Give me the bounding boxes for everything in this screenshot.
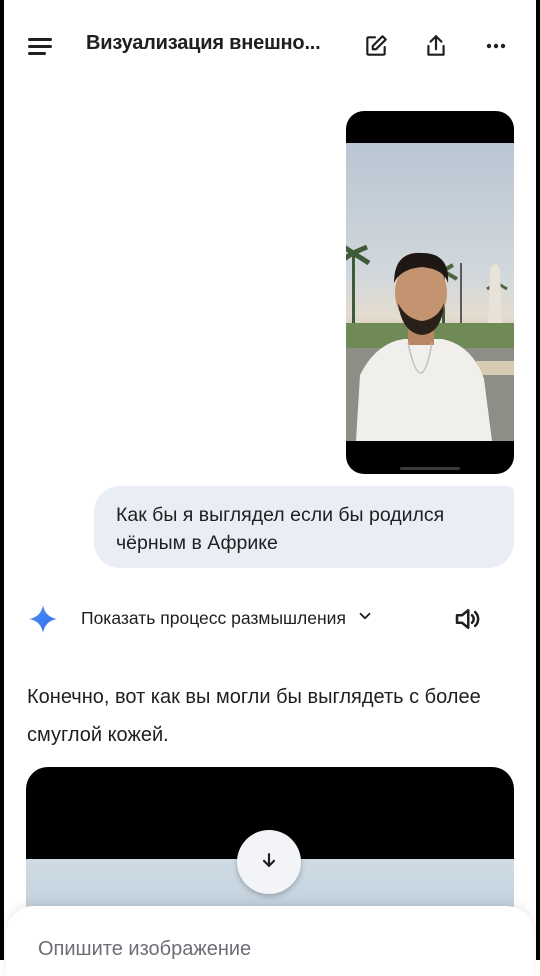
gemini-sparkle-icon [28, 604, 58, 634]
show-thinking-label: Показать процесс размышления [81, 608, 346, 628]
more-icon[interactable] [480, 30, 512, 62]
edit-icon[interactable] [360, 30, 392, 62]
top-bar: Визуализация внешно... [0, 0, 540, 92]
scroll-down-button[interactable] [237, 830, 301, 894]
speaker-icon[interactable] [452, 604, 484, 634]
frame-edge-left [0, 0, 4, 960]
prompt-panel [6, 906, 534, 976]
assistant-response-text: Конечно, вот как вы могли бы выглядеть с… [27, 686, 481, 746]
show-thinking-toggle[interactable]: Показать процесс размышления [81, 607, 374, 630]
arrow-down-icon [259, 850, 279, 875]
chevron-down-icon [356, 607, 374, 630]
user-message-bubble: Как бы я выглядел если бы родился чёрным… [94, 486, 514, 568]
share-icon[interactable] [420, 30, 452, 62]
user-uploaded-image[interactable] [346, 111, 514, 474]
home-indicator [400, 467, 460, 470]
frame-edge-right [536, 0, 540, 960]
prompt-input[interactable] [38, 938, 438, 961]
chat-title: Визуализация внешно... [86, 32, 321, 54]
selfie-photo [346, 143, 514, 441]
menu-icon[interactable] [28, 34, 58, 58]
